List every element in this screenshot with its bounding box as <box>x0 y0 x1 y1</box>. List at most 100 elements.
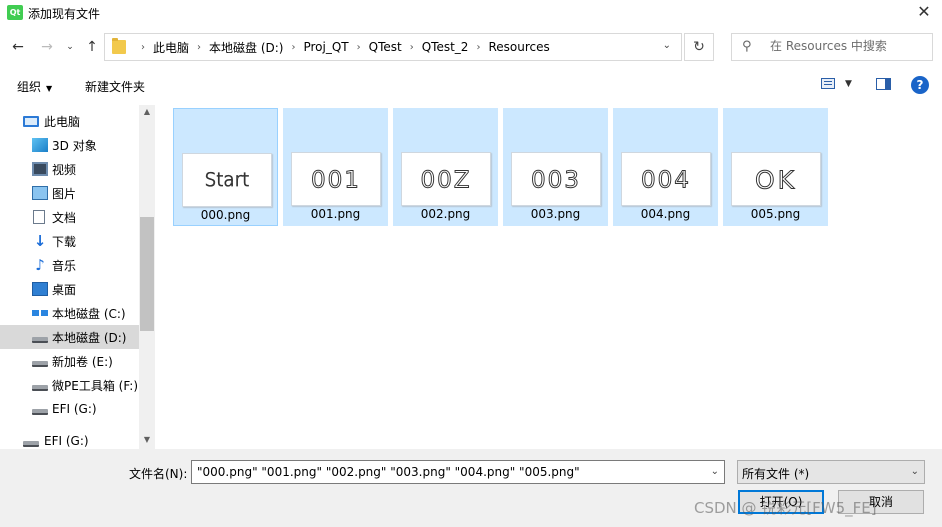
sidebar-item-drive-g[interactable]: EFI (G:) <box>0 397 139 421</box>
file-thumbnail: 003 <box>511 152 601 206</box>
sidebar-item-videos[interactable]: 视频 <box>0 157 139 181</box>
qt-app-icon: Qt <box>7 5 23 20</box>
organize-menu-button[interactable]: 组织 ▼ <box>17 78 52 95</box>
sidebar-item-3d-objects[interactable]: 3D 对象 <box>0 133 139 157</box>
scrollbar-thumb[interactable] <box>140 217 154 331</box>
preview-text: 001 <box>311 168 361 194</box>
drive-icon <box>23 440 39 447</box>
file-list[interactable]: Start 000.png 001 001.png 00Z 002.png 00… <box>157 105 942 449</box>
filetype-value: 所有文件 (*) <box>742 467 810 481</box>
address-bar[interactable]: › 此电脑 › 本地磁盘 (D:) › Proj_QT › QTest › QT… <box>104 33 682 61</box>
breadcrumb-this-pc[interactable]: 此电脑 <box>153 39 189 56</box>
filename-label: 文件名(N): <box>129 467 188 481</box>
sidebar-item-label: 本地磁盘 (D:) <box>52 330 127 345</box>
address-dropdown-icon[interactable]: ⌄ <box>663 40 671 51</box>
sidebar-item-label: 视频 <box>52 162 77 177</box>
handwritten-preview: 003 <box>531 167 581 194</box>
breadcrumb-qtest[interactable]: QTest <box>369 40 402 54</box>
back-arrow-icon[interactable]: ← <box>8 36 28 58</box>
view-mode-icon[interactable] <box>821 78 835 89</box>
breadcrumb-separator-icon[interactable]: › <box>197 42 201 53</box>
sidebar-item-efi-g[interactable]: EFI (G:) <box>0 429 139 449</box>
file-name: 002.png <box>420 207 471 221</box>
search-input[interactable] <box>770 39 930 53</box>
file-item-003[interactable]: 003 003.png <box>503 108 608 226</box>
breadcrumb-resources[interactable]: Resources <box>488 40 549 54</box>
breadcrumb-separator-icon[interactable]: › <box>476 42 480 53</box>
search-box[interactable]: ⚲ <box>731 33 933 61</box>
file-name: 005.png <box>750 207 801 221</box>
drive-icon <box>32 408 48 415</box>
videos-icon <box>32 162 48 176</box>
sidebar-item-desktop[interactable]: 桌面 <box>0 277 139 301</box>
file-item-002[interactable]: 00Z 002.png <box>393 108 498 226</box>
chevron-down-icon[interactable]: ⌄ <box>711 466 719 477</box>
file-item-000[interactable]: Start 000.png <box>173 108 278 226</box>
breadcrumb-separator-icon[interactable]: › <box>410 42 414 53</box>
sidebar-item-drive-c[interactable]: 本地磁盘 (C:) <box>0 301 139 325</box>
handwritten-preview: OK <box>755 165 797 195</box>
new-folder-button[interactable]: 新建文件夹 <box>85 78 145 95</box>
documents-icon <box>33 210 45 224</box>
sidebar-item-label: 桌面 <box>52 282 77 297</box>
breadcrumb-drive-d[interactable]: 本地磁盘 (D:) <box>209 39 283 56</box>
breadcrumb-separator-icon[interactable]: › <box>141 42 145 53</box>
music-icon: ♪ <box>35 256 45 274</box>
watermark: CSDN @ 锐彩元[FW5_FE] <box>694 499 877 517</box>
file-thumbnail: 00Z <box>401 152 491 206</box>
sidebar-item-label: EFI (G:) <box>44 434 89 448</box>
sidebar-item-label: 本地磁盘 (C:) <box>52 306 126 321</box>
desktop-icon <box>32 282 48 296</box>
file-item-004[interactable]: 004 004.png <box>613 108 718 226</box>
close-icon[interactable]: ✕ <box>912 1 936 23</box>
handwritten-preview: Start <box>204 169 250 191</box>
drive-icon <box>32 336 48 343</box>
chevron-down-icon[interactable]: ⌄ <box>911 466 919 477</box>
preview-text: OK <box>755 166 797 195</box>
file-name: 001.png <box>310 207 361 221</box>
sidebar-item-music[interactable]: ♪ 音乐 <box>0 253 139 277</box>
sidebar-item-label: 下载 <box>52 234 77 249</box>
handwritten-preview: 00Z <box>420 167 471 194</box>
sidebar-item-drive-e[interactable]: 新加卷 (E:) <box>0 349 139 373</box>
breadcrumb-separator-icon[interactable]: › <box>357 42 361 53</box>
sidebar-item-pictures[interactable]: 图片 <box>0 181 139 205</box>
sidebar-item-drive-d[interactable]: 本地磁盘 (D:) <box>0 325 139 349</box>
sidebar-item-documents[interactable]: 文档 <box>0 205 139 229</box>
sidebar-item-this-pc[interactable]: 此电脑 <box>0 109 139 133</box>
preview-text: 00Z <box>420 168 471 194</box>
handwritten-preview: 001 <box>311 167 361 194</box>
forward-arrow-icon[interactable]: → <box>37 36 57 58</box>
breadcrumb-separator-icon[interactable]: › <box>291 42 295 53</box>
sidebar-item-label: 音乐 <box>52 258 77 273</box>
sidebar-item-drive-f[interactable]: 微PE工具箱 (F:) <box>0 373 139 397</box>
scroll-down-icon[interactable]: ▼ <box>139 433 155 447</box>
sidebar-item-downloads[interactable]: ↓ 下载 <box>0 229 139 253</box>
system-drive-icon <box>32 310 48 316</box>
computer-icon <box>23 115 39 127</box>
organize-label: 组织 <box>17 80 42 94</box>
filename-input[interactable] <box>197 465 697 479</box>
up-arrow-icon[interactable]: ↑ <box>82 36 102 58</box>
file-item-001[interactable]: 001 001.png <box>283 108 388 226</box>
scroll-up-icon[interactable]: ▲ <box>139 105 155 119</box>
breadcrumb-qtest-2[interactable]: QTest_2 <box>422 40 469 54</box>
search-icon: ⚲ <box>742 39 752 54</box>
file-thumbnail: OK <box>731 152 821 206</box>
preview-text: 003 <box>531 168 581 194</box>
breadcrumb-proj-qt[interactable]: Proj_QT <box>303 40 348 54</box>
help-icon[interactable]: ? <box>911 76 929 94</box>
preview-text: 004 <box>641 168 691 194</box>
sidebar-item-label: 图片 <box>52 186 77 201</box>
folder-icon <box>112 38 126 54</box>
filename-combobox[interactable]: ⌄ <box>191 460 725 484</box>
refresh-icon[interactable]: ↻ <box>684 33 714 61</box>
filetype-select[interactable]: 所有文件 (*) ⌄ <box>737 460 925 484</box>
title-bar: Qt 添加现有文件 ✕ <box>0 0 942 26</box>
preview-pane-icon[interactable] <box>876 78 891 90</box>
view-dropdown-icon[interactable]: ▼ <box>845 79 852 89</box>
drive-icon <box>32 384 48 391</box>
recent-locations-chevron-icon[interactable]: ⌄ <box>63 36 77 58</box>
file-item-005[interactable]: OK 005.png <box>723 108 828 226</box>
file-name: 004.png <box>640 207 691 221</box>
